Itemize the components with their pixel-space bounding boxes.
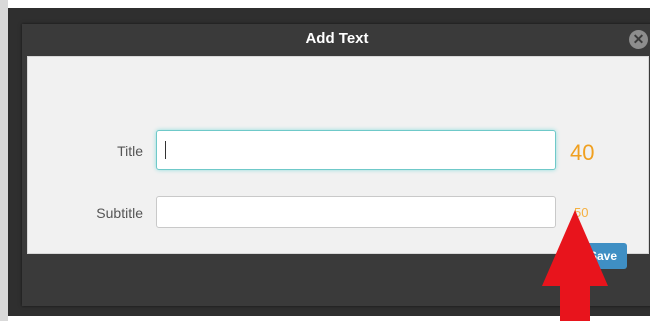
subtitle-input[interactable] [156,196,556,228]
close-icon[interactable]: ✕ [629,30,648,49]
text-cursor [165,141,166,159]
dialog-title: Add Text [22,24,650,54]
title-label: Title [117,143,143,159]
title-char-counter: 40 [570,140,595,165]
red-arrow-up-icon [542,210,608,321]
background-strip [0,0,8,321]
subtitle-label: Subtitle [96,205,143,221]
title-input[interactable] [156,130,556,170]
